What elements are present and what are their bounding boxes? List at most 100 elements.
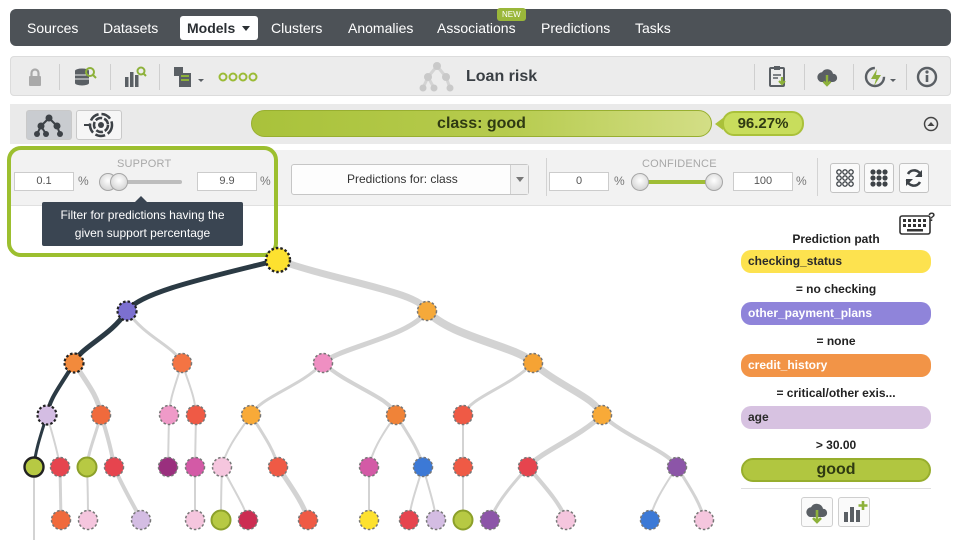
tree-node[interactable] (267, 456, 289, 478)
tree-node[interactable] (116, 300, 138, 322)
tree-node[interactable] (358, 456, 380, 478)
tree-node[interactable] (184, 456, 206, 478)
tree-node[interactable] (50, 509, 72, 531)
percent-sign: % (260, 174, 271, 188)
tree-node[interactable] (522, 352, 544, 374)
tree-node[interactable] (452, 404, 474, 426)
confidence-min-input[interactable]: 0 (549, 172, 609, 191)
lightning-actions-icon[interactable] (863, 65, 899, 89)
nav-associations[interactable]: Associations (437, 19, 516, 37)
lock-icon[interactable] (23, 65, 47, 89)
tree-node[interactable] (479, 509, 501, 531)
predictions-for-select[interactable]: Predictions for: class (291, 164, 529, 195)
confidence-slider-min-handle[interactable] (631, 173, 649, 191)
tree-node[interactable] (185, 404, 207, 426)
tree-node[interactable] (171, 352, 193, 374)
tree-node[interactable] (103, 456, 125, 478)
batch-predict-menu-icon[interactable] (171, 65, 207, 89)
tree-node[interactable] (425, 509, 447, 531)
tree-node[interactable] (416, 300, 438, 322)
tree-node[interactable] (666, 456, 688, 478)
tree-node[interactable] (49, 456, 71, 478)
cloud-download-icon[interactable] (815, 65, 839, 89)
chart-search-icon[interactable] (123, 65, 147, 89)
nav-anomalies[interactable]: Anomalies (348, 19, 413, 37)
add-to-chart-button[interactable] (838, 497, 870, 527)
sunburst-view-button[interactable] (76, 110, 122, 140)
tree-leaf[interactable] (452, 509, 474, 531)
nav-sources[interactable]: Sources (27, 19, 78, 37)
support-max-input[interactable]: 9.9 (197, 172, 257, 191)
nav-models[interactable]: Models (180, 16, 258, 40)
tree-edge (525, 412, 605, 470)
tree-node[interactable] (237, 509, 259, 531)
confidence-slider-max-handle[interactable] (705, 173, 723, 191)
tree-leaf-selected[interactable] (23, 456, 45, 478)
tree-edge (423, 307, 537, 367)
tree-node[interactable] (63, 352, 85, 374)
tree-node[interactable] (77, 509, 99, 531)
tree-node[interactable] (591, 404, 613, 426)
tree-node[interactable] (90, 404, 112, 426)
tree-node[interactable] (130, 509, 152, 531)
tree-node[interactable] (555, 509, 577, 531)
nav-models-label: Models (187, 20, 236, 36)
nav-clusters[interactable]: Clusters (271, 19, 322, 37)
tree-edge (529, 359, 606, 419)
tree-view-icon (34, 114, 63, 137)
nav-tasks[interactable]: Tasks (635, 19, 671, 37)
tree-view-button[interactable] (26, 110, 72, 140)
tree-leaf[interactable] (210, 509, 232, 531)
tree-node[interactable] (211, 456, 233, 478)
tree-node[interactable] (240, 404, 262, 426)
tree-leaf[interactable] (76, 456, 98, 478)
tree-edge (461, 361, 535, 417)
tree-node[interactable] (36, 404, 58, 426)
support-slider-max-handle[interactable] (110, 173, 128, 191)
nav-datasets[interactable]: Datasets (103, 19, 158, 37)
confidence-max-input[interactable]: 100 (733, 172, 793, 191)
toolbar-separator (853, 64, 854, 90)
document-download-icon[interactable] (766, 65, 790, 89)
download-prediction-button[interactable] (801, 497, 833, 527)
percent-sign: % (614, 174, 625, 188)
tree-node[interactable] (517, 456, 539, 478)
info-icon[interactable] (915, 65, 939, 89)
show-all-nodes-button[interactable] (830, 163, 860, 193)
tree-node[interactable] (385, 404, 407, 426)
confidence-label: CONFIDENCE (642, 158, 717, 170)
tree-edge (249, 361, 325, 417)
prediction-result: good (741, 458, 931, 482)
reset-filters-button[interactable] (899, 163, 929, 193)
decision-tree[interactable] (10, 207, 730, 540)
more-dots-icon[interactable] (217, 65, 261, 89)
tree-node[interactable] (157, 456, 179, 478)
collapse-up-icon[interactable] (923, 116, 939, 132)
predicted-class-bar: class: good (251, 110, 712, 137)
tree-node[interactable] (639, 509, 661, 531)
tree-node[interactable] (398, 509, 420, 531)
dataset-search-icon[interactable] (73, 65, 97, 89)
tree-node[interactable] (452, 456, 474, 478)
show-filtered-nodes-button[interactable] (864, 163, 894, 193)
panel-divider (741, 488, 931, 489)
tree-node[interactable] (358, 509, 380, 531)
tree-node[interactable] (184, 509, 206, 531)
tree-node[interactable] (693, 509, 715, 531)
tree-node[interactable] (312, 352, 334, 374)
tree-edge (526, 465, 568, 522)
prediction-path-panel: ? Prediction path checking_status = no c… (741, 210, 935, 540)
prediction-path-title: Prediction path (792, 232, 880, 246)
tree-node-root[interactable] (264, 246, 292, 274)
confidence-badge: 96.27% (715, 111, 804, 136)
tree-node[interactable] (158, 404, 180, 426)
cloud-download-icon (806, 503, 828, 524)
tree-edge (320, 308, 430, 366)
nav-predictions[interactable]: Predictions (541, 19, 610, 37)
toolbar-separator (159, 64, 160, 90)
toolbar-separator (804, 64, 805, 90)
tree-node[interactable] (412, 456, 434, 478)
tree-node[interactable] (297, 509, 319, 531)
grid-dots-filled-icon (870, 169, 888, 187)
support-min-input[interactable]: 0.1 (14, 172, 74, 191)
